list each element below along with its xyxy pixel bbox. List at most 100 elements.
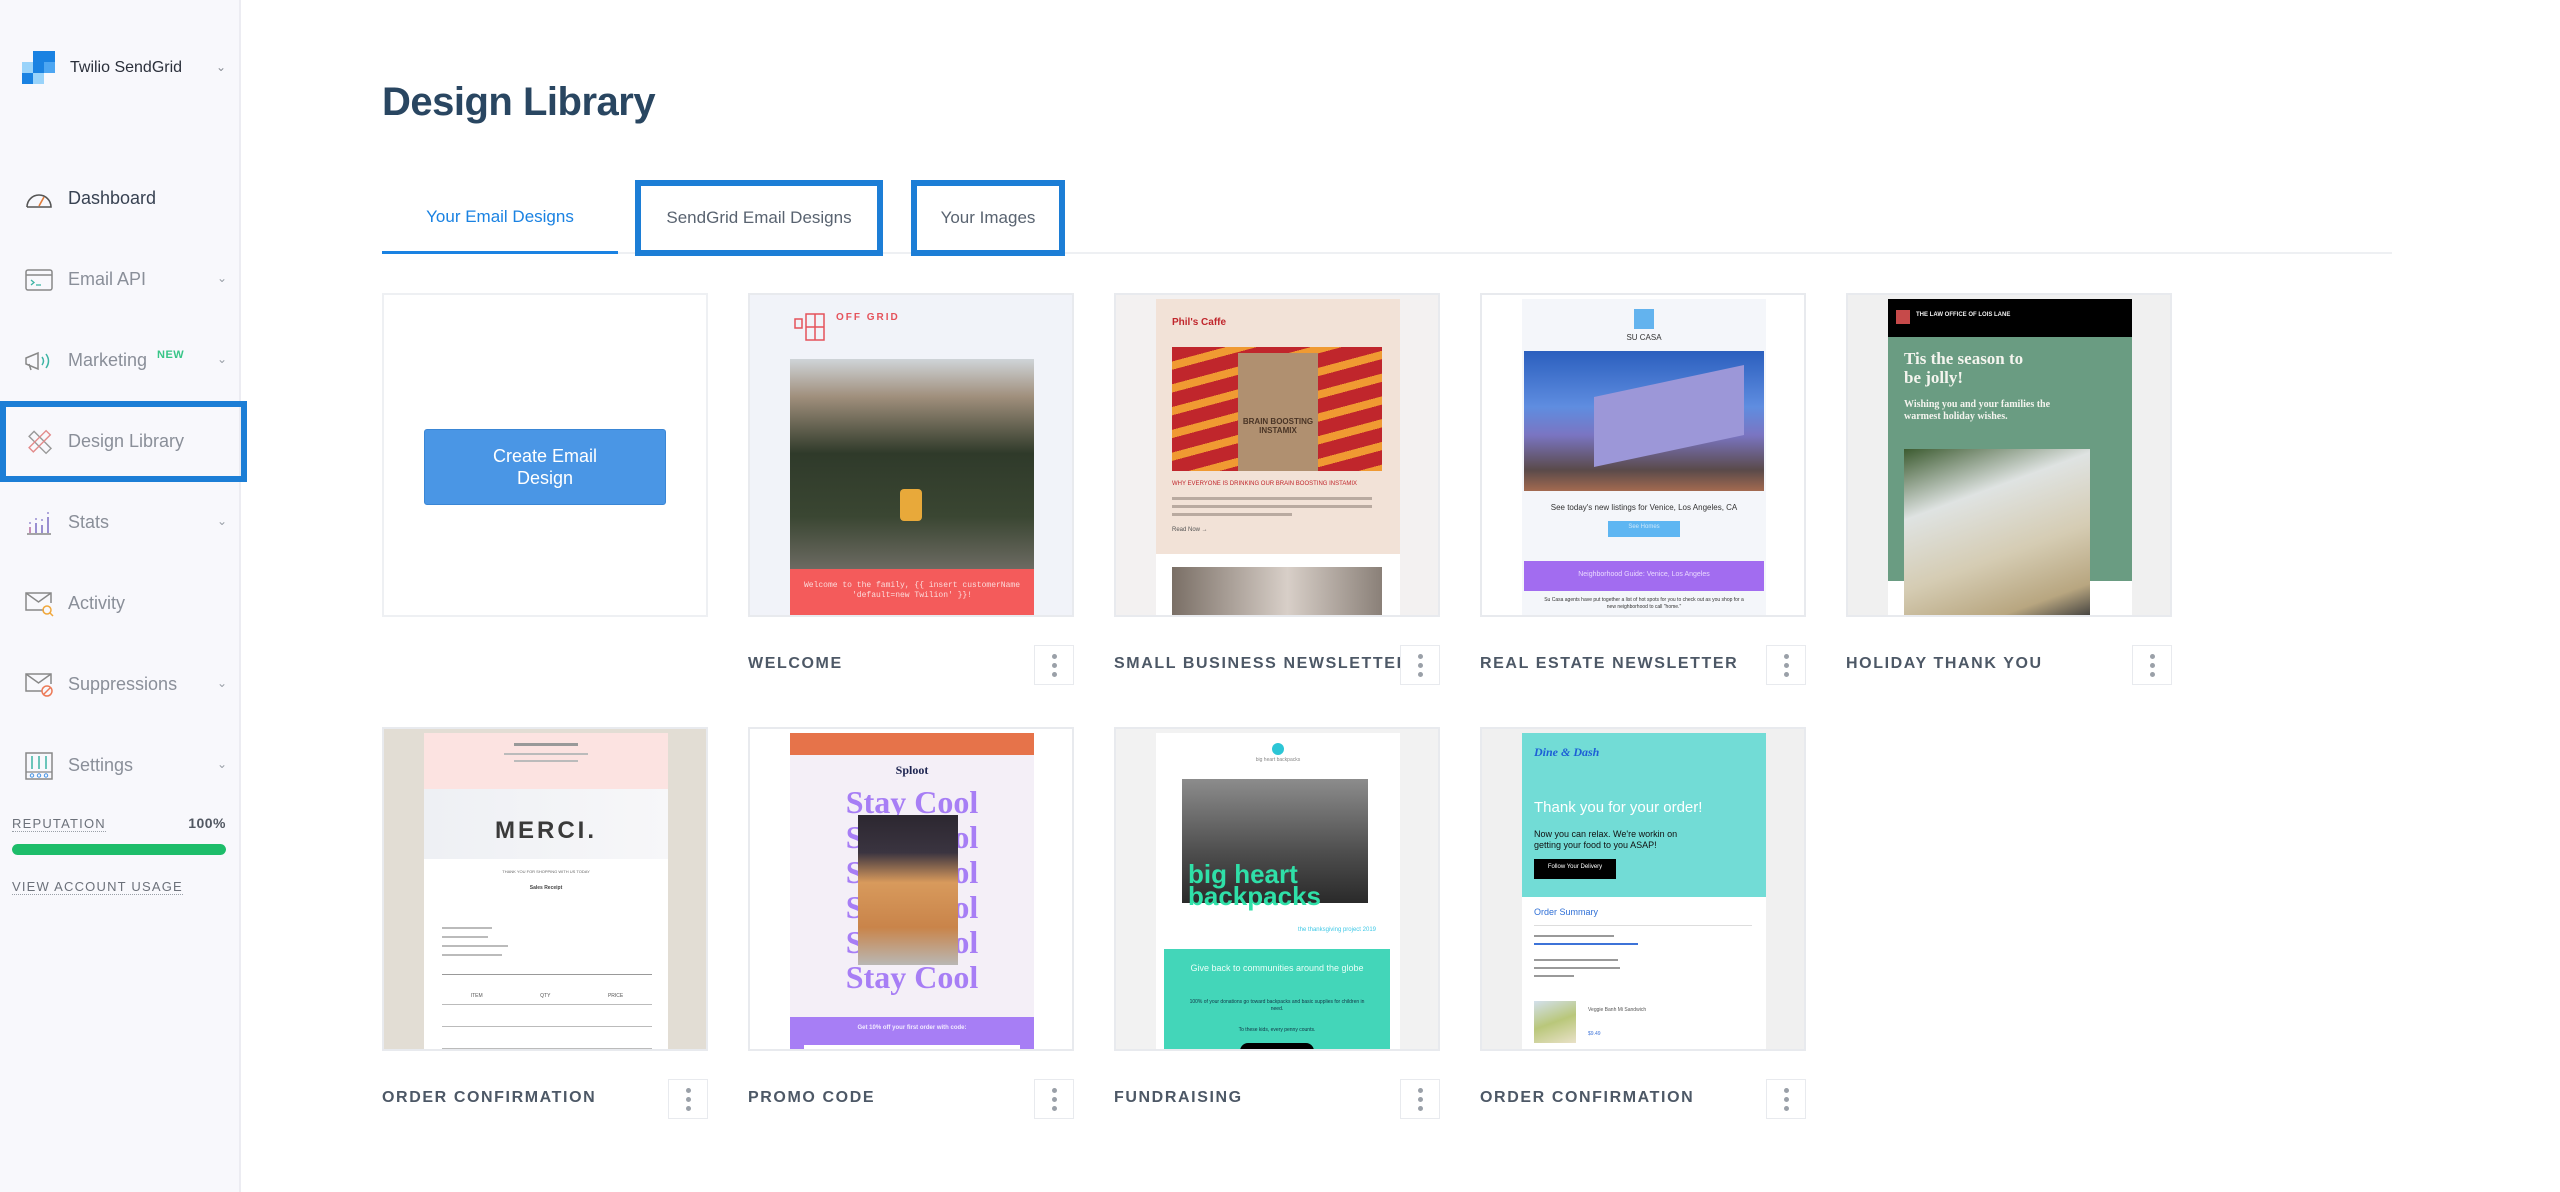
more-options-button[interactable] — [1766, 645, 1806, 685]
design-card-footer: HOLIDAY THANK YOU — [1846, 645, 2172, 685]
create-design-card: Create Email Design — [382, 293, 708, 617]
more-options-button[interactable] — [1400, 645, 1440, 685]
preview-image — [1904, 449, 2090, 615]
account-switcher[interactable]: Twilio SendGrid ⌄ — [22, 50, 232, 86]
design-card: Dine & Dash Thank you for your order! No… — [1480, 727, 1806, 1119]
house-logo-icon — [1634, 309, 1654, 329]
preview-footer: Welcome to the family, {{ insert custome… — [790, 569, 1034, 615]
design-card-footer: WELCOME — [748, 645, 1074, 685]
sidebar-item-activity[interactable]: Activity — [0, 563, 241, 644]
design-thumbnail[interactable]: big heart backpacks big heart backpacks … — [1114, 727, 1440, 1051]
design-thumbnail[interactable]: Dine & Dash Thank you for your order! No… — [1480, 727, 1806, 1051]
create-design-tile: Create Email Design — [382, 293, 708, 617]
sendgrid-logo-icon — [22, 51, 56, 85]
more-options-button[interactable] — [668, 1079, 708, 1119]
sidebar-item-label: Settings — [68, 755, 134, 775]
sliders-icon — [24, 751, 54, 781]
preview-panel: Dine & Dash Thank you for your order! No… — [1522, 733, 1766, 897]
preview-button: Follow Your Delivery — [1534, 859, 1616, 879]
design-card: big heart backpacks big heart backpacks … — [1114, 727, 1440, 1119]
chevron-down-icon: ⌄ — [215, 60, 226, 74]
design-thumbnail[interactable]: OFF GRID Welcome to the family, {{ inser… — [748, 293, 1074, 617]
design-thumbnail[interactable]: Sploot Stay CoolStay CoolStay CoolStay C… — [748, 727, 1074, 1051]
design-card: MERCI. THANK YOU FOR SHOPPING WITH US TO… — [382, 727, 708, 1119]
preview-button: See Homes — [1608, 521, 1680, 537]
sidebar-item-marketing[interactable]: Marketing NEW ⌄ — [0, 320, 241, 401]
reputation-bar — [12, 844, 226, 855]
more-options-button[interactable] — [2132, 645, 2172, 685]
preview-image — [1172, 567, 1382, 615]
reputation-label[interactable]: REPUTATION — [12, 816, 106, 832]
sidebar-item-suppressions[interactable]: Suppressions ⌄ — [0, 644, 241, 725]
preview-banner: Neighborhood Guide: Venice, Los Angeles — [1524, 561, 1764, 591]
megaphone-icon — [24, 346, 54, 376]
more-options-button[interactable] — [1034, 1079, 1074, 1119]
chevron-down-icon: ⌄ — [216, 352, 227, 366]
preview-body: THANK YOU FOR SHOPPING WITH US TODAY Sal… — [424, 859, 668, 1049]
design-name: PROMO CODE — [748, 1089, 876, 1106]
tab-bar: Your Email Designs SendGrid Email Design… — [382, 180, 2392, 256]
design-card: SU CASA See today's new listings for Ven… — [1480, 293, 1806, 685]
tab-sendgrid-email-designs[interactable]: SendGrid Email Designs — [635, 180, 883, 256]
design-name: FUNDRAISING — [1114, 1089, 1243, 1106]
reputation-bar-fill — [12, 844, 226, 855]
tab-your-images[interactable]: Your Images — [911, 180, 1065, 256]
sidebar-item-stats[interactable]: Stats ⌄ — [0, 482, 241, 563]
app: Twilio SendGrid ⌄ Dashboard Email API ⌄ — [0, 0, 2560, 1192]
pencil-ruler-icon — [24, 427, 54, 457]
preview-footer: Get 10% off your first order with code: — [790, 1017, 1034, 1049]
chevron-down-icon: ⌄ — [216, 757, 227, 771]
sidebar-item-dashboard[interactable]: Dashboard — [0, 158, 241, 239]
design-card-footer: ORDER CONFIRMATION — [382, 1079, 708, 1119]
sidebar-item-design-library[interactable]: Design Library — [0, 401, 247, 482]
design-thumbnail[interactable]: SU CASA See today's new listings for Ven… — [1480, 293, 1806, 617]
design-name: ORDER CONFIRMATION — [1480, 1089, 1695, 1106]
view-account-usage-link[interactable]: VIEW ACCOUNT USAGE — [12, 879, 183, 895]
preview-image: BRAIN BOOSTING INSTAMIX — [1172, 347, 1382, 471]
more-options-button[interactable] — [1034, 645, 1074, 685]
design-name: REAL ESTATE NEWSLETTER — [1480, 655, 1739, 672]
sidebar-item-settings[interactable]: Settings ⌄ — [0, 725, 241, 806]
heart-logo-icon — [1272, 743, 1284, 755]
new-badge: NEW — [157, 348, 185, 361]
more-options-button[interactable] — [1766, 1079, 1806, 1119]
preview-image: MERCI. — [424, 789, 668, 859]
design-thumbnail[interactable]: THE LAW OFFICE OF LOIS LANE Tis the seas… — [1846, 293, 2172, 617]
design-card-footer: PROMO CODE — [748, 1079, 1074, 1119]
envelope-block-icon — [24, 670, 54, 700]
chevron-down-icon: ⌄ — [216, 676, 227, 690]
preview-brand: OFF GRID — [836, 312, 900, 323]
design-name: HOLIDAY THANK YOU — [1846, 655, 2043, 672]
sidebar-item-label: Design Library — [68, 431, 185, 451]
tab-your-email-designs[interactable]: Your Email Designs — [382, 182, 618, 254]
preview-panel: Phil's Caffe BRAIN BOOSTING INSTAMIX WHY… — [1156, 299, 1400, 554]
design-thumbnail[interactable]: Phil's Caffe BRAIN BOOSTING INSTAMIX WHY… — [1114, 293, 1440, 617]
preview-image — [858, 815, 958, 965]
design-card: THE LAW OFFICE OF LOIS LANE Tis the seas… — [1846, 293, 2172, 685]
design-name: WELCOME — [748, 655, 843, 672]
sidebar: Twilio SendGrid ⌄ Dashboard Email API ⌄ — [0, 0, 247, 1192]
envelope-search-icon — [24, 589, 54, 619]
sidebar-item-label: Email API — [68, 269, 147, 289]
bar-chart-icon — [24, 508, 54, 538]
reputation-panel: REPUTATION 100% VIEW ACCOUNT USAGE — [12, 815, 226, 896]
design-card-footer: SMALL BUSINESS NEWSLETTER — [1114, 645, 1440, 685]
terminal-window-icon — [24, 265, 54, 295]
preview-panel: Sploot Stay CoolStay CoolStay CoolStay C… — [790, 755, 1034, 1017]
design-card-footer: FUNDRAISING — [1114, 1079, 1440, 1119]
sidebar-item-label: Activity — [68, 593, 126, 613]
create-email-design-button[interactable]: Create Email Design — [424, 429, 666, 505]
design-card: Sploot Stay CoolStay CoolStay CoolStay C… — [748, 727, 1074, 1119]
design-thumbnail[interactable]: MERCI. THANK YOU FOR SHOPPING WITH US TO… — [382, 727, 708, 1051]
sidebar-nav: Dashboard Email API ⌄ Marketing NEW ⌄ De… — [0, 158, 247, 806]
page-title: Design Library — [382, 80, 656, 124]
sidebar-item-label: Marketing — [68, 350, 148, 370]
sidebar-item-label: Suppressions — [68, 674, 178, 694]
offgrid-logo-icon — [794, 311, 834, 343]
more-options-button[interactable] — [1400, 1079, 1440, 1119]
design-card-footer: REAL ESTATE NEWSLETTER — [1480, 645, 1806, 685]
preview-image — [1524, 351, 1764, 491]
sidebar-item-email-api[interactable]: Email API ⌄ — [0, 239, 241, 320]
design-card-footer: ORDER CONFIRMATION — [1480, 1079, 1806, 1119]
preview-body: Order Summary Veggie Banh Mi Sandwich $9… — [1522, 897, 1766, 1049]
